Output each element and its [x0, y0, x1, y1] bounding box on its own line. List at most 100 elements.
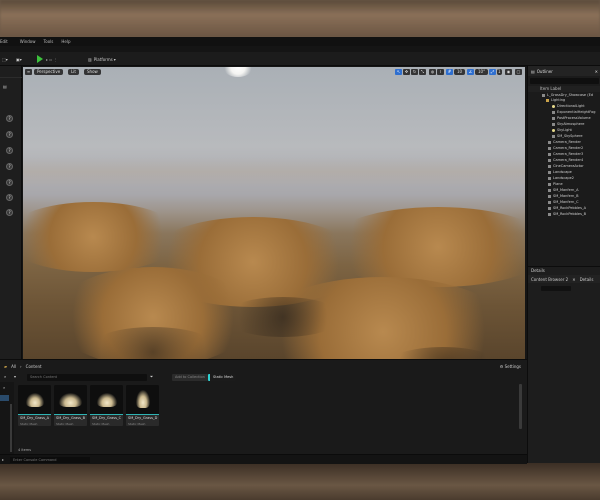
help-icon[interactable]: ? [6, 209, 13, 216]
help-icon[interactable]: ? [6, 194, 13, 201]
content-scrollbar[interactable] [519, 384, 522, 429]
search-icon[interactable]: ⌕ [3, 385, 5, 390]
select-mode-icon[interactable]: ⬚▾ [2, 55, 8, 63]
outliner-row[interactable]: Landscape2 [548, 176, 574, 181]
settings-button[interactable]: ⚙ Settings [500, 364, 521, 369]
outliner-row[interactable]: DirectionalLight [552, 104, 585, 109]
outliner-row[interactable]: SM_RockPebbles_B [548, 212, 586, 217]
outliner-row[interactable]: SM_RockPebbles_A [548, 206, 586, 211]
outliner-row[interactable]: CineCameraActor [548, 164, 584, 169]
outliner-row[interactable]: PostProcessVolume [552, 116, 591, 121]
asset-tile[interactable]: SM_Dry_Grass_A Static Mesh [18, 385, 51, 426]
rotate-icon[interactable]: ↻ [411, 69, 418, 75]
tab-details[interactable]: Details [580, 277, 594, 282]
static-mesh-filter-chip[interactable]: Static Mesh [208, 374, 237, 381]
level-viewport[interactable]: ≡ Perspective Lit Show ↖ ✥ ↻ ⤡ ◍ ⌇ # 10 … [23, 67, 525, 387]
folder-icon[interactable]: ▰ [4, 364, 7, 369]
platforms-label: Platforms [93, 56, 113, 62]
outliner-tab[interactable]: ▤ Outliner ✕ [528, 66, 600, 76]
grass-mesh-preview [59, 393, 82, 407]
help-icon[interactable]: ? [6, 163, 13, 170]
menu-window[interactable]: Window [20, 39, 36, 44]
camera-speed-value[interactable]: 1 [497, 69, 502, 75]
filter-funnel-icon[interactable]: ⏷ [150, 374, 153, 379]
asset-type-bar [54, 414, 87, 415]
scale-snap-icon[interactable]: ⤢ [489, 69, 496, 75]
menu-help[interactable]: Help [61, 39, 70, 44]
platforms-icon: ▥ [88, 56, 92, 62]
hamburger-icon[interactable]: ≡ [25, 69, 32, 75]
perspective-button[interactable]: Perspective [34, 69, 64, 75]
asset-tile[interactable]: SM_Dry_Grass_D Static Mesh [126, 385, 159, 426]
rotation-snap-value[interactable]: 10° [475, 69, 489, 75]
rotation-snap-icon[interactable]: ∠ [467, 69, 474, 75]
console-icon[interactable]: ▸ [2, 457, 4, 462]
breadcrumb-content[interactable]: Content [26, 364, 42, 369]
filter-icon[interactable]: ▾ [14, 374, 16, 379]
outliner-row[interactable]: ExponentialHeightFog [552, 110, 596, 115]
outliner-row[interactable]: SkyAtmosphere [552, 122, 584, 127]
actor-icon [552, 122, 555, 126]
scale-icon[interactable]: ⤡ [419, 69, 426, 75]
asset-thumbnail [54, 385, 87, 414]
breadcrumb-root[interactable]: All [11, 364, 16, 369]
outliner-row[interactable]: Camera_Render [548, 140, 581, 145]
outliner-row[interactable]: Landscape [548, 170, 572, 175]
translate-icon[interactable]: ✥ [403, 69, 410, 75]
help-icon[interactable]: ? [6, 115, 13, 122]
asset-tile[interactable]: SM_Dry_Grass_B Static Mesh [54, 385, 87, 426]
tab-content-browser[interactable]: Content Browser 2 [531, 277, 568, 282]
lit-label: Lit [71, 69, 76, 74]
outliner-row[interactable]: SM_SkySphere [552, 134, 583, 139]
details-panel: Details Content Browser 2 ✕ Details [528, 266, 600, 463]
help-icon[interactable]: ? [6, 179, 13, 186]
content-search-input[interactable]: Search Content [27, 374, 147, 381]
actor-icon [548, 194, 551, 198]
help-icon[interactable]: ? [6, 147, 13, 154]
close-icon[interactable]: ✕ [572, 277, 575, 282]
close-icon[interactable]: ✕ [595, 69, 598, 74]
show-button[interactable]: Show [84, 69, 101, 75]
console-command-input[interactable]: Enter Console Command [10, 457, 90, 463]
selected-folder-marker[interactable] [0, 395, 9, 401]
add-collection-button[interactable]: Add to Collection [172, 374, 208, 381]
console-placeholder: Enter Console Command [13, 458, 57, 462]
surface-snap-icon[interactable]: ⌇ [437, 69, 444, 75]
view-mode-button[interactable]: Lit [68, 69, 79, 75]
panel-toggle-icon[interactable]: ▤ [3, 82, 7, 90]
outliner-row[interactable]: SM_Manfern_B [548, 194, 579, 199]
menu-tools[interactable]: Tools [44, 39, 54, 44]
play-icon[interactable] [37, 55, 43, 63]
outliner-row[interactable]: Camera_Render4 [548, 158, 583, 163]
outliner-row[interactable]: SkyLight [552, 128, 572, 133]
outliner-column-header[interactable]: Item Label [528, 86, 600, 92]
outliner-row[interactable]: Plane [548, 182, 563, 187]
world-space-icon[interactable]: ◍ [429, 69, 436, 75]
ground-shadow [223, 297, 343, 337]
help-icon[interactable]: ? [6, 131, 13, 138]
maximize-icon[interactable]: ▢ [515, 69, 522, 75]
outliner-search-input[interactable] [530, 78, 599, 84]
grid-snap-icon[interactable]: # [446, 69, 453, 75]
play-options-icon[interactable]: ▸ ▫ ⋮ [46, 55, 57, 63]
static-mesh-label: Static Mesh [213, 375, 234, 379]
unreal-editor-window: Edit Window Tools Help ⬚▾ ▣▾ ▸ ▫ ⋮ ▥ Pla… [0, 37, 600, 464]
outliner-row[interactable]: SM_Manfern_A [548, 188, 579, 193]
scrollbar[interactable] [10, 404, 12, 452]
select-icon[interactable]: ↖ [395, 69, 402, 75]
actor-icon [552, 116, 555, 120]
platforms-button[interactable]: ▥ Platforms ▾ [88, 55, 116, 63]
outliner-row[interactable]: Camera_Render3 [548, 152, 583, 157]
outliner-row[interactable]: Lighting [546, 98, 565, 103]
camera-speed-icon[interactable]: ◉ [505, 69, 512, 75]
folder-icon [546, 98, 549, 102]
details-search-input[interactable] [541, 286, 571, 291]
outliner-row[interactable]: SM_Manfern_C [548, 200, 579, 205]
add-content-icon[interactable]: ▣▾ [16, 55, 22, 63]
grid-snap-value[interactable]: 10 [454, 69, 466, 75]
menu-edit[interactable]: Edit [0, 39, 8, 44]
search-icon[interactable]: ⌕ [4, 374, 6, 379]
asset-tile[interactable]: SM_Dry_Grass_C Static Mesh [90, 385, 123, 426]
outliner-row[interactable]: Camera_Render2 [548, 146, 583, 151]
camera-icon [548, 152, 551, 156]
